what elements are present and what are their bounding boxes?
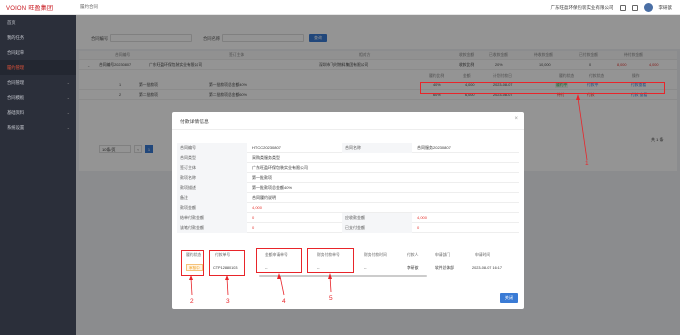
field-label: 已支付金额 bbox=[342, 223, 412, 233]
sidebar-item-performance[interactable]: 履约管理 bbox=[0, 60, 76, 75]
field-label: 应收款金额 bbox=[342, 213, 412, 223]
sidebar-item-contract-mgmt[interactable]: 合同管理 ⌄ bbox=[0, 75, 76, 90]
bell-icon[interactable] bbox=[631, 4, 638, 11]
field-label: 该笔付款金额 bbox=[177, 223, 247, 233]
chevron-down-icon: ⌄ bbox=[66, 125, 70, 130]
avatar[interactable] bbox=[643, 3, 653, 12]
sidebar-item-label: 合同起草 bbox=[7, 50, 25, 55]
column-header: 财务付款时间 bbox=[364, 253, 387, 257]
field-value: 0 bbox=[252, 215, 255, 220]
field-value: 合同服务20230807 bbox=[417, 145, 451, 150]
annotation-box-3 bbox=[209, 250, 245, 276]
logo-subtext: 旺盈集团 bbox=[28, 5, 54, 12]
field-label: 款项金额 bbox=[177, 203, 247, 213]
table-cell: 李研歆 bbox=[407, 266, 419, 270]
field-value: 广东旺盈环保包装实业有限公司 bbox=[252, 165, 308, 170]
field-value: 4,000 bbox=[252, 205, 263, 210]
detail-row: 签订主体 广东旺盈环保包装实业有限公司 bbox=[177, 163, 519, 173]
sidebar-item-label: 履约管理 bbox=[7, 65, 25, 70]
sidebar-item-label: 合同管理 bbox=[7, 80, 25, 85]
company-name: 广东旺盈环保包装实业有限公司 bbox=[550, 4, 614, 10]
table-cell: -- bbox=[364, 266, 367, 270]
logo-text: VOION bbox=[6, 5, 27, 12]
field-value: 0 bbox=[252, 225, 255, 230]
sidebar-item-label: 合同模板 bbox=[7, 95, 25, 100]
detail-row: 合同编号 HTCC20230807 合同名称 合同服务20230807 bbox=[177, 143, 519, 153]
column-header: 申请时间 bbox=[475, 253, 491, 257]
annotation-box-1 bbox=[420, 82, 665, 94]
top-right-area: 广东旺盈环保包装实业有限公司 李研歆 bbox=[550, 3, 673, 12]
detail-row: 款项名称 第一批款项 bbox=[177, 173, 519, 183]
close-button[interactable]: 关闭 bbox=[500, 293, 518, 303]
sidebar-item-templates[interactable]: 合同模板 ⌄ bbox=[0, 90, 76, 105]
field-label: 款项描述 bbox=[177, 183, 247, 193]
annotation-box-2 bbox=[181, 250, 204, 276]
detail-row: 备注 合同履约说明 bbox=[177, 193, 519, 203]
breadcrumb: 履约合同 bbox=[80, 4, 98, 9]
top-bar: VOION 旺盈集团 履约合同 广东旺盈环保包装实业有限公司 李研歆 bbox=[0, 0, 680, 15]
sidebar-item-label: 首页 bbox=[7, 20, 16, 25]
sidebar-item-label: 系统设置 bbox=[7, 125, 25, 130]
annotation-number: 4 bbox=[282, 298, 286, 305]
sidebar: 首页 我的任务 合同起草 履约管理 合同管理 ⌄ 合同模板 ⌄ 基础资料 ⌄ 系统设置… bbox=[0, 15, 76, 335]
detail-row: 该笔付款金额 0 已支付金额 0 bbox=[177, 223, 519, 233]
table-cell: 软件总体部 bbox=[435, 266, 454, 270]
field-label: 签订主体 bbox=[177, 163, 247, 173]
annotation-number: 3 bbox=[226, 298, 230, 305]
logo: VOION 旺盈集团 bbox=[0, 3, 76, 12]
sidebar-item-basic-data[interactable]: 基础资料 ⌄ bbox=[0, 105, 76, 120]
sidebar-item-home[interactable]: 首页 bbox=[0, 15, 76, 30]
field-value: 合同履约说明 bbox=[252, 195, 276, 200]
field-label: 备注 bbox=[177, 193, 247, 203]
annotation-box-5 bbox=[307, 248, 354, 273]
field-label: 款项名称 bbox=[177, 173, 247, 183]
fullscreen-icon[interactable] bbox=[619, 4, 626, 11]
chevron-down-icon: ⌄ bbox=[66, 80, 70, 85]
field-label: 合同名称 bbox=[342, 143, 412, 153]
detail-row: 款项金额 4,000 bbox=[177, 203, 519, 213]
field-label: 合同编号 bbox=[177, 143, 247, 153]
annotation-number: 1 bbox=[585, 160, 589, 167]
detail-row: 结单付款金额 0 应收款金额 4,000 bbox=[177, 213, 519, 223]
annotation-number: 2 bbox=[190, 298, 194, 305]
annotation-number: 5 bbox=[329, 295, 333, 302]
column-header: 申请部门 bbox=[435, 253, 451, 257]
detail-row: 款项描述 第一批款项总金额40% bbox=[177, 183, 519, 193]
user-name[interactable]: 李研歆 bbox=[659, 5, 673, 11]
field-label: 结单付款金额 bbox=[177, 213, 247, 223]
chevron-down-icon: ⌄ bbox=[66, 95, 70, 100]
sidebar-item-label: 我的任务 bbox=[7, 35, 25, 40]
detail-row: 合同类型 采购类服务类型 bbox=[177, 153, 519, 163]
field-value: 第一批款项 bbox=[252, 175, 272, 180]
modal-title: 付款详情信息 bbox=[180, 120, 209, 125]
table-cell: 2023-08-07 16:17 bbox=[472, 266, 502, 270]
annotation-box-4 bbox=[256, 248, 302, 273]
sidebar-item-label: 基础资料 bbox=[7, 110, 25, 115]
chevron-down-icon: ⌄ bbox=[66, 110, 70, 115]
sidebar-item-draft[interactable]: 合同起草 bbox=[0, 45, 76, 60]
field-value: 采购类服务类型 bbox=[252, 155, 280, 160]
sidebar-item-settings[interactable]: 系统设置 ⌄ bbox=[0, 120, 76, 135]
close-icon[interactable]: × bbox=[514, 116, 518, 122]
column-header: 付款人 bbox=[407, 253, 419, 257]
field-value: 4,000 bbox=[417, 215, 428, 220]
field-value: HTCC20230807 bbox=[252, 145, 281, 150]
field-label: 合同类型 bbox=[177, 153, 247, 163]
horizontal-scrollbar[interactable] bbox=[259, 275, 427, 277]
sidebar-item-tasks[interactable]: 我的任务 bbox=[0, 30, 76, 45]
field-value: 0 bbox=[417, 225, 420, 230]
divider bbox=[172, 129, 524, 130]
field-value: 第一批款项总金额40% bbox=[252, 185, 293, 190]
